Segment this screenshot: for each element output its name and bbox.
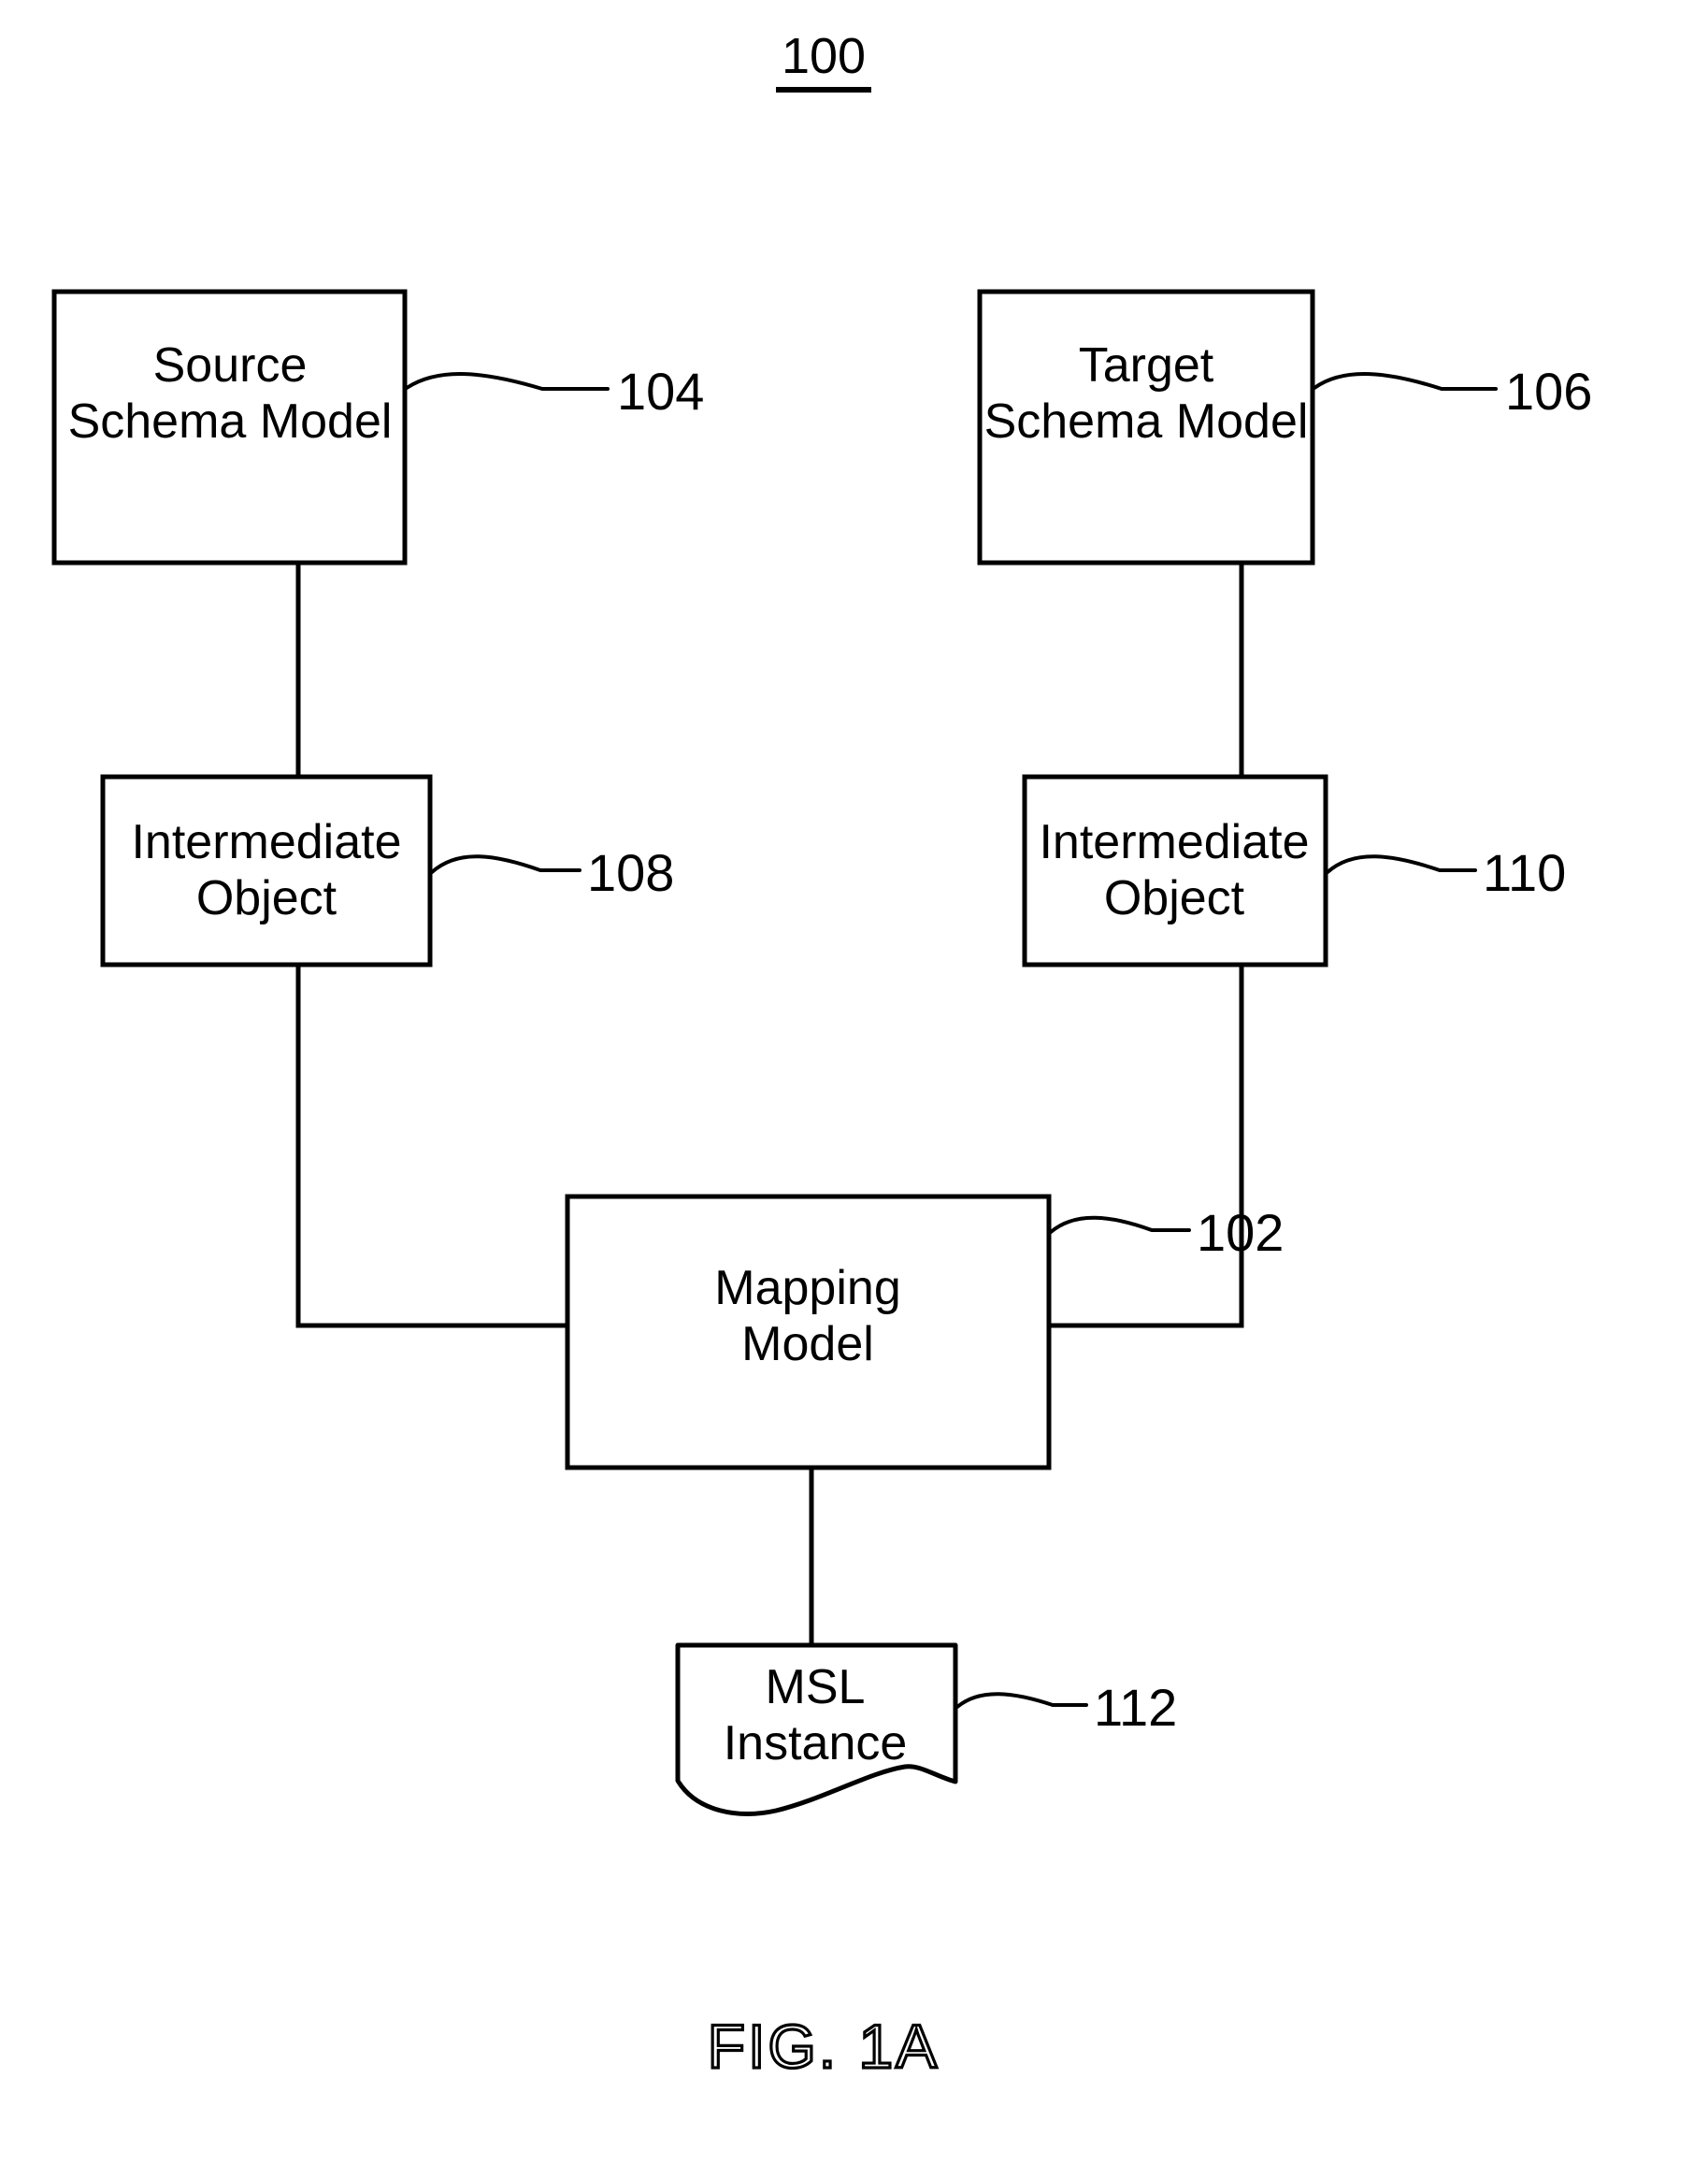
connector-intermediate-right-to-mapping (1049, 965, 1244, 1328)
leader-line-112 (955, 1692, 1088, 1709)
node-source-schema-model[interactable]: Source Schema Model 104 (51, 289, 704, 566)
figure-number-text: 100 (782, 28, 866, 84)
mapping-model-label-line1: Mapping (714, 1261, 900, 1315)
reference-numeral-110: 110 (1483, 843, 1566, 902)
intermediate-object-left-label-line2: Object (196, 871, 337, 925)
source-schema-model-label-line2: Schema Model (68, 394, 393, 449)
reference-numeral-102: 102 (1197, 1203, 1284, 1262)
intermediate-object-right-label-line1: Intermediate (1039, 815, 1309, 869)
target-schema-model-label-line1: Target (1079, 338, 1214, 393)
leader-line-110 (1326, 854, 1477, 874)
figure-number-100: 100 (776, 28, 871, 93)
figure-canvas: 100 Source Schema Model 104 Target Schem… (51, 28, 1592, 2083)
node-msl-instance[interactable]: MSL Instance 112 (675, 1642, 1177, 1816)
leader-line-106 (1313, 372, 1498, 391)
target-schema-model-label-line2: Schema Model (984, 394, 1309, 449)
node-intermediate-object-right[interactable]: Intermediate Object 110 (1022, 774, 1566, 967)
source-schema-model-label-line1: Source (153, 338, 308, 393)
leader-line-108 (430, 854, 581, 874)
reference-numeral-112: 112 (1094, 1678, 1177, 1737)
msl-instance-label-line2: Instance (724, 1716, 908, 1770)
figure-caption: FIG. 1A (708, 2012, 940, 2081)
intermediate-object-right-label-line2: Object (1104, 871, 1245, 925)
node-mapping-model[interactable]: Mapping Model 102 (565, 1194, 1284, 1470)
reference-numeral-104: 104 (617, 362, 704, 421)
reference-numeral-106: 106 (1505, 362, 1592, 421)
reference-numeral-108: 108 (587, 843, 674, 902)
connector-lines (295, 563, 1244, 1645)
leader-line-104 (405, 372, 610, 391)
connector-intermediate-left-to-mapping (295, 965, 567, 1328)
node-target-schema-model[interactable]: Target Schema Model 106 (977, 289, 1592, 566)
mapping-model-label-line2: Model (741, 1317, 874, 1371)
msl-instance-label-line1: MSL (766, 1660, 866, 1714)
patent-figure-sheet: 100 Source Schema Model 104 Target Schem… (0, 0, 1708, 2178)
leader-line-102 (1049, 1215, 1191, 1234)
node-intermediate-object-left[interactable]: Intermediate Object 108 (100, 774, 674, 967)
intermediate-object-left-label-line1: Intermediate (131, 815, 401, 869)
